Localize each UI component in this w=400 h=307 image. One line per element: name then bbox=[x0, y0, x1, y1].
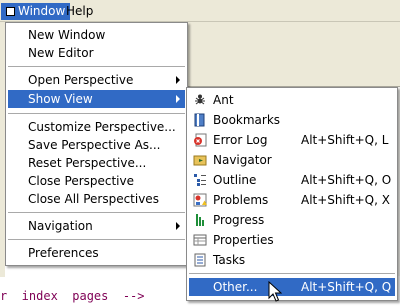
menu-item-save-perspective-as[interactable]: Save Perspective As... bbox=[8, 136, 185, 154]
error-log-icon bbox=[194, 133, 207, 147]
view-item-label: Other... bbox=[213, 280, 258, 294]
menubar-help[interactable]: Help bbox=[61, 3, 98, 20]
view-item-progress[interactable]: Progress bbox=[189, 211, 395, 229]
menu-separator bbox=[8, 113, 185, 114]
menu-item-close-perspective[interactable]: Close Perspective bbox=[8, 172, 185, 190]
tasks-icon bbox=[194, 253, 206, 267]
view-item-problems[interactable]: Problems Alt+Shift+Q, X bbox=[189, 191, 395, 209]
ant-icon bbox=[195, 94, 205, 105]
view-item-shortcut: Alt+Shift+Q, Q bbox=[301, 280, 392, 294]
window-menu: New Window New Editor Open Perspective S… bbox=[5, 22, 188, 266]
window-system-icon bbox=[6, 7, 15, 16]
show-view-submenu: Ant Bookmarks Error Log Alt+Shift+Q, L N… bbox=[186, 87, 398, 301]
view-item-label: Problems bbox=[213, 193, 269, 207]
menubar-window-label: Window bbox=[18, 4, 66, 18]
view-item-label: Tasks bbox=[213, 253, 246, 267]
view-item-bookmarks[interactable]: Bookmarks bbox=[189, 111, 395, 129]
submenu-arrow-icon bbox=[176, 222, 180, 230]
navigator-icon bbox=[193, 155, 207, 166]
menu-item-reset-perspective[interactable]: Reset Perspective... bbox=[8, 154, 185, 172]
menu-item-label: Customize Perspective... bbox=[28, 120, 176, 134]
workbench-toolbar-area bbox=[188, 22, 400, 86]
menu-item-open-perspective[interactable]: Open Perspective bbox=[8, 71, 185, 89]
menu-item-label: New Window bbox=[28, 28, 106, 42]
menu-item-customize-perspective[interactable]: Customize Perspective... bbox=[8, 118, 185, 136]
progress-icon bbox=[196, 214, 204, 226]
view-item-label: Properties bbox=[213, 233, 274, 247]
view-item-label: Bookmarks bbox=[213, 113, 281, 127]
view-item-label: Outline bbox=[213, 173, 257, 187]
menu-item-close-all-perspectives[interactable]: Close All Perspectives bbox=[8, 190, 185, 208]
menu-item-new-editor[interactable]: New Editor bbox=[8, 44, 185, 62]
menu-item-preferences[interactable]: Preferences bbox=[8, 244, 185, 262]
view-item-outline[interactable]: Outline Alt+Shift+Q, O bbox=[189, 171, 395, 189]
view-item-label: Progress bbox=[213, 213, 265, 227]
menu-item-label: Preferences bbox=[28, 246, 99, 260]
menu-separator bbox=[8, 66, 185, 67]
view-item-shortcut: Alt+Shift+Q, O bbox=[301, 173, 392, 187]
view-item-label: Navigator bbox=[213, 153, 272, 167]
view-item-tasks[interactable]: Tasks bbox=[189, 251, 395, 269]
menu-separator bbox=[8, 239, 185, 240]
menubar-help-label: Help bbox=[66, 4, 94, 18]
menu-separator bbox=[189, 273, 395, 274]
submenu-arrow-icon bbox=[176, 95, 180, 103]
bookmarks-icon bbox=[194, 113, 205, 127]
view-item-shortcut: Alt+Shift+Q, X bbox=[301, 193, 390, 207]
menu-item-label: Save Perspective As... bbox=[28, 138, 161, 152]
outline-icon bbox=[194, 174, 206, 186]
menu-item-label: New Editor bbox=[28, 46, 94, 60]
menu-item-label: Show View bbox=[28, 92, 93, 106]
view-item-shortcut: Alt+Shift+Q, L bbox=[301, 133, 389, 147]
menu-item-label: Close Perspective bbox=[28, 174, 135, 188]
view-item-navigator[interactable]: Navigator bbox=[189, 151, 395, 169]
menu-item-navigation[interactable]: Navigation bbox=[8, 217, 185, 235]
menu-item-label: Reset Perspective... bbox=[28, 156, 147, 170]
view-item-ant[interactable]: Ant bbox=[189, 91, 395, 109]
view-item-label: Ant bbox=[213, 93, 234, 107]
menubar-window[interactable]: Window bbox=[1, 3, 71, 20]
view-item-other[interactable]: Other... Alt+Shift+Q, Q bbox=[189, 278, 395, 296]
menu-item-label: Close All Perspectives bbox=[28, 192, 159, 206]
editor-code-line: r index pages --> bbox=[0, 289, 145, 303]
properties-icon bbox=[193, 234, 207, 246]
view-item-properties[interactable]: Properties bbox=[189, 231, 395, 249]
problems-icon bbox=[193, 193, 207, 207]
menu-separator bbox=[8, 212, 185, 213]
menu-item-show-view[interactable]: Show View bbox=[8, 90, 185, 108]
menu-item-label: Navigation bbox=[28, 219, 93, 233]
view-item-label: Error Log bbox=[213, 133, 268, 147]
submenu-arrow-icon bbox=[176, 76, 180, 84]
menu-item-new-window[interactable]: New Window bbox=[8, 26, 185, 44]
mouse-cursor-icon bbox=[268, 281, 282, 302]
view-item-error-log[interactable]: Error Log Alt+Shift+Q, L bbox=[189, 131, 395, 149]
menubar: Window Help bbox=[0, 0, 400, 22]
menu-item-label: Open Perspective bbox=[28, 73, 134, 87]
